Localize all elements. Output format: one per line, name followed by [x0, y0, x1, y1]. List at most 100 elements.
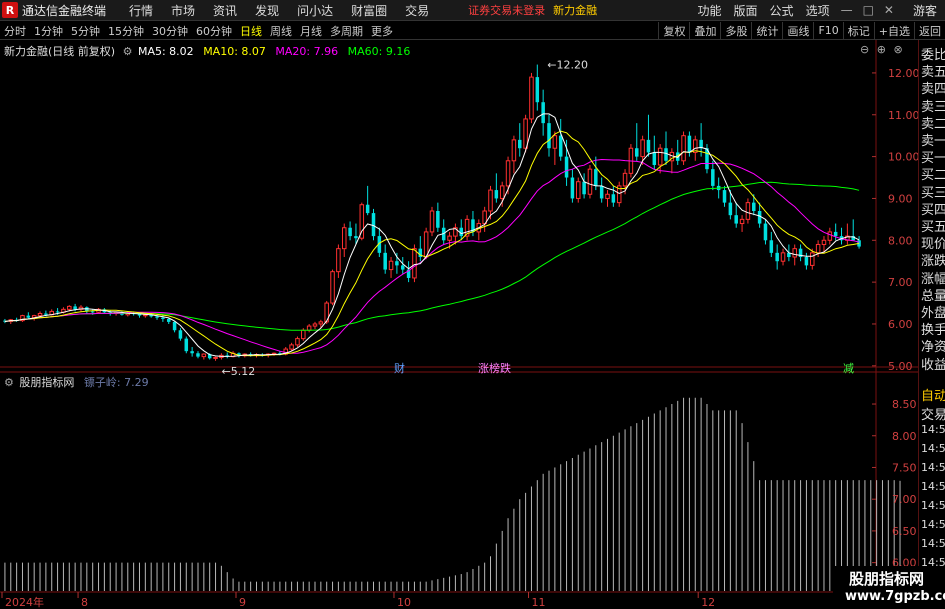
menu-market[interactable]: 市场: [162, 2, 204, 19]
candle-body: [739, 218, 745, 225]
price-tick-label: 12.00: [888, 67, 918, 80]
period-daily[interactable]: 日线: [236, 23, 266, 39]
indicator-header: ⚙ 股朋指标网 镖子岭: 7.29: [4, 374, 149, 390]
date-tick-label: 12: [701, 596, 715, 609]
candle-body: [821, 239, 827, 245]
period-monthly[interactable]: 月线: [296, 23, 326, 39]
menu-quotes[interactable]: 行情: [120, 2, 162, 19]
menu-ask[interactable]: 问小达: [288, 2, 342, 19]
stats-button[interactable]: 统计: [751, 21, 782, 40]
event-marker-reduce[interactable]: 减: [843, 360, 854, 376]
indicator-value: 镖子岭: 7.29: [83, 376, 149, 389]
candle-body: [330, 271, 335, 304]
event-marker-finance[interactable]: 财: [394, 360, 405, 376]
period-timeshare[interactable]: 分时: [0, 23, 30, 39]
period-60min[interactable]: 60分钟: [192, 23, 236, 39]
close-icon[interactable]: ✕: [879, 3, 899, 17]
date-tick-label: 10: [397, 596, 411, 609]
pin-icon[interactable]: ⊗: [893, 43, 902, 56]
side-panel-label: 换手: [921, 323, 945, 339]
candle-body: [792, 248, 797, 258]
add-watchlist-button[interactable]: +自选: [873, 21, 914, 40]
candle-body: [564, 156, 569, 178]
candle-body: [289, 344, 294, 350]
guest-label[interactable]: 游客: [913, 2, 937, 19]
price-tick-label: 9.00: [888, 192, 913, 205]
indicator-tick-label: 7.50: [892, 461, 917, 474]
adjust-button[interactable]: 复权: [658, 21, 689, 40]
multi-stock-button[interactable]: 多股: [720, 21, 751, 40]
menu-discover[interactable]: 发现: [246, 2, 288, 19]
settings-gear-icon[interactable]: ⚙: [123, 45, 133, 58]
candle-body: [90, 311, 95, 313]
period-1min[interactable]: 1分钟: [30, 23, 67, 39]
candle-body: [371, 213, 376, 237]
overlay-button[interactable]: 叠加: [689, 21, 720, 40]
ma5-label: MA5: 8.02: [137, 45, 194, 58]
side-panel-label: 买五: [921, 220, 945, 235]
candle-body: [640, 139, 645, 158]
period-weekly[interactable]: 周线: [266, 23, 296, 39]
menu-formula[interactable]: 公式: [764, 2, 800, 19]
zoom-out-icon[interactable]: ⊖: [860, 43, 869, 56]
candle-body: [810, 252, 815, 266]
chart-canvas[interactable]: 12.00 11.00 10.00 9.00 8.00 7.00 6.00 5.00 8.50 8…: [0, 40, 918, 609]
side-panel-tab[interactable]: 自动: [921, 385, 945, 404]
watermark-badge: 股朋指标网 www.7gpzb.com: [833, 566, 945, 609]
menu-wealth[interactable]: 财富圈: [342, 2, 396, 19]
candle-body: [722, 190, 727, 203]
menu-options[interactable]: 选项: [800, 2, 836, 19]
candle-body: [172, 321, 177, 331]
minimize-icon[interactable]: —: [836, 3, 858, 17]
candle-body: [55, 311, 60, 313]
candle-body: [73, 306, 77, 310]
period-more[interactable]: 更多: [367, 23, 397, 39]
candle-body: [37, 313, 43, 317]
menu-trade[interactable]: 交易: [396, 2, 438, 19]
period-30min[interactable]: 30分钟: [148, 23, 192, 39]
event-marker-rank[interactable]: 涨榜跌: [478, 360, 511, 376]
menu-news[interactable]: 资讯: [204, 2, 246, 19]
candle-body: [780, 252, 786, 262]
candle-body: [395, 261, 399, 266]
side-panel-label: 收益: [921, 357, 945, 373]
menu-function[interactable]: 功能: [692, 2, 728, 19]
candle-body: [611, 194, 616, 203]
candle-body: [499, 185, 505, 199]
side-panel-label: 总量: [921, 288, 945, 304]
period-15min[interactable]: 15分钟: [104, 23, 148, 39]
zoom-in-icon[interactable]: ⊕: [877, 43, 886, 56]
draw-button[interactable]: 画线: [782, 21, 813, 40]
candle-body: [711, 169, 715, 186]
candle-body: [541, 102, 545, 124]
candle-body: [436, 211, 440, 228]
indicator-gear-icon[interactable]: ⚙: [4, 376, 14, 389]
candle-body: [26, 315, 31, 318]
app-title: 通达信金融终端: [22, 3, 107, 18]
candle-body: [728, 202, 733, 216]
menu-layout[interactable]: 版面: [728, 2, 764, 19]
tick-time: 14:56: [921, 461, 945, 474]
back-button[interactable]: 返回: [914, 21, 945, 40]
mark-button[interactable]: 标记: [842, 21, 874, 40]
menu-bar: R 通达信金融终端 行情 市场 资讯 发现 问小达 财富圈 交易 证券交易未登录…: [0, 0, 945, 21]
company-name: 新力金融: [553, 4, 598, 17]
price-tick-label: 6.00: [888, 318, 913, 331]
price-tick-label: 7.00: [888, 276, 913, 289]
login-status[interactable]: 证券交易未登录: [468, 2, 545, 18]
indicator-tick-label: 7.00: [892, 493, 917, 506]
period-multi[interactable]: 多周期: [326, 23, 367, 39]
low-price-label: ←5.12: [222, 365, 256, 378]
maximize-icon[interactable]: □: [858, 3, 879, 17]
side-panel-label: 卖二: [921, 116, 945, 132]
candle-body: [161, 317, 165, 319]
side-panel-label: 卖三: [921, 99, 945, 115]
side-panel-tab[interactable]: 交易: [921, 404, 945, 423]
watermark-url: www.7gpzb.com: [845, 589, 945, 604]
indicator-tick-label: 8.50: [892, 398, 917, 411]
candle-body: [815, 243, 821, 254]
f10-button[interactable]: F10: [813, 21, 842, 40]
period-5min[interactable]: 5分钟: [67, 23, 104, 39]
candle-body: [769, 240, 774, 253]
candle-body: [827, 231, 833, 241]
